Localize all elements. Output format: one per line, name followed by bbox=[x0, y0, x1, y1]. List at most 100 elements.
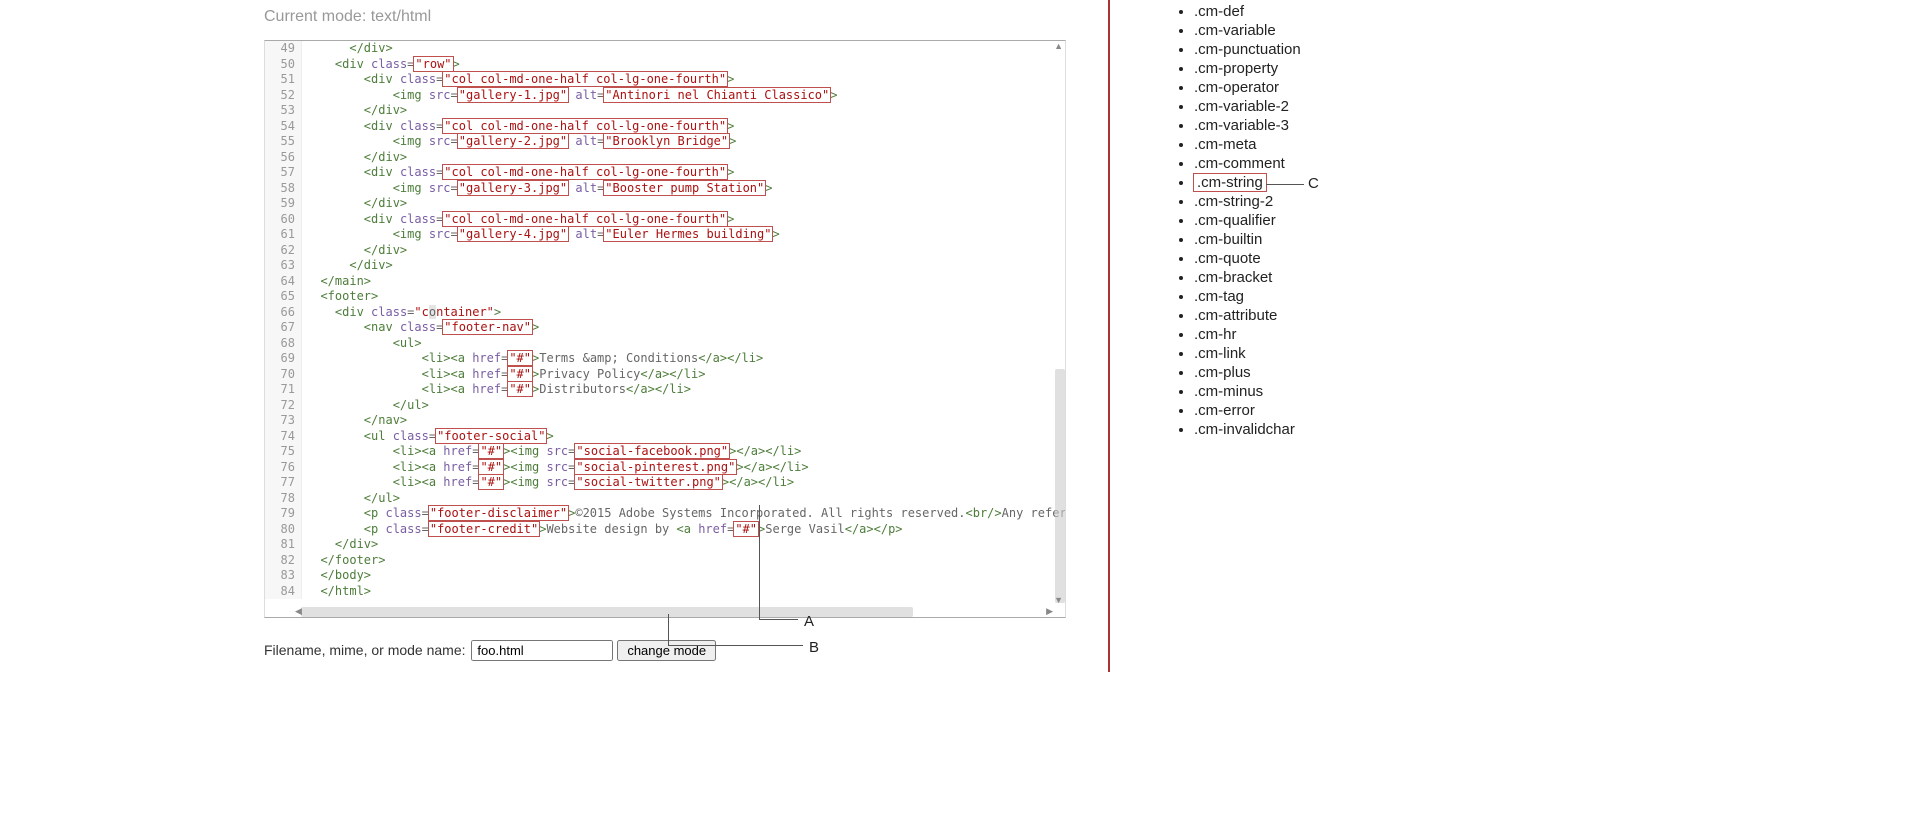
code-line[interactable]: 49 </div> bbox=[265, 41, 1065, 57]
scroll-right-icon[interactable]: ▶ bbox=[1046, 606, 1053, 617]
line-number: 63 bbox=[265, 258, 302, 274]
selector-list-item[interactable]: .cm-variable bbox=[1194, 21, 1376, 40]
selector-list-item[interactable]: .cm-quote bbox=[1194, 249, 1376, 268]
selector-list-item[interactable]: .cm-tag bbox=[1194, 287, 1376, 306]
code-line[interactable]: 71 <li><a href="#">Distributors</a></li> bbox=[265, 382, 1065, 398]
selector-list-item[interactable]: .cm-link bbox=[1194, 344, 1376, 363]
code-line[interactable]: 77 <li><a href="#"><img src="social-twit… bbox=[265, 475, 1065, 491]
vertical-divider bbox=[1108, 0, 1110, 672]
line-number: 57 bbox=[265, 165, 302, 181]
line-number: 64 bbox=[265, 274, 302, 290]
code-line[interactable]: 54 <div class="col col-md-one-half col-l… bbox=[265, 119, 1065, 135]
selector-list-item[interactable]: .cm-variable-3 bbox=[1194, 116, 1376, 135]
line-number: 61 bbox=[265, 227, 302, 243]
line-number: 83 bbox=[265, 568, 302, 584]
selector-list-item[interactable]: .cm-string-2 bbox=[1194, 192, 1376, 211]
code-line[interactable]: 76 <li><a href="#"><img src="social-pint… bbox=[265, 460, 1065, 476]
filename-label: Filename, mime, or mode name: bbox=[264, 642, 466, 658]
line-number: 54 bbox=[265, 119, 302, 135]
selector-list-item[interactable]: .cm-property bbox=[1194, 59, 1376, 78]
line-number: 51 bbox=[265, 72, 302, 88]
line-number: 84 bbox=[265, 584, 302, 600]
line-number: 52 bbox=[265, 88, 302, 104]
code-line[interactable]: 63 </div> bbox=[265, 258, 1065, 274]
code-line[interactable]: 53 </div> bbox=[265, 103, 1065, 119]
code-line[interactable]: 59 </div> bbox=[265, 196, 1065, 212]
selector-list: .cm-def.cm-variable.cm-punctuation.cm-pr… bbox=[1176, 2, 1376, 439]
filename-input[interactable] bbox=[471, 640, 613, 661]
code-line[interactable]: 51 <div class="col col-md-one-half col-l… bbox=[265, 72, 1065, 88]
line-number: 56 bbox=[265, 150, 302, 166]
code-line[interactable]: 57 <div class="col col-md-one-half col-l… bbox=[265, 165, 1065, 181]
scroll-down-icon[interactable]: ▼ bbox=[1054, 595, 1063, 605]
selector-list-item[interactable]: .cm-comment bbox=[1194, 154, 1376, 173]
line-number: 67 bbox=[265, 320, 302, 336]
code-line[interactable]: 82 </footer> bbox=[265, 553, 1065, 569]
code-line[interactable]: 61 <img src="gallery-4.jpg" alt="Euler H… bbox=[265, 227, 1065, 243]
selector-list-item[interactable]: .cm-string bbox=[1194, 173, 1376, 192]
selector-list-item[interactable]: .cm-attribute bbox=[1194, 306, 1376, 325]
selector-list-item[interactable]: .cm-invalidchar bbox=[1194, 420, 1376, 439]
scroll-up-icon[interactable]: ▲ bbox=[1054, 41, 1063, 51]
line-number: 65 bbox=[265, 289, 302, 305]
selector-list-item[interactable]: .cm-minus bbox=[1194, 382, 1376, 401]
code-line[interactable]: 70 <li><a href="#">Privacy Policy</a></l… bbox=[265, 367, 1065, 383]
line-number: 66 bbox=[265, 305, 302, 321]
code-line[interactable]: 78 </ul> bbox=[265, 491, 1065, 507]
code-line[interactable]: 80 <p class="footer-credit">Website desi… bbox=[265, 522, 1065, 538]
line-number: 50 bbox=[265, 57, 302, 73]
mode-line: Current mode: text/html bbox=[264, 0, 1066, 40]
scrollbar-vertical[interactable] bbox=[1055, 369, 1065, 603]
line-number: 75 bbox=[265, 444, 302, 460]
scrollbar-horizontal[interactable] bbox=[301, 607, 913, 617]
line-number: 77 bbox=[265, 475, 302, 491]
code-line[interactable]: 67 <nav class="footer-nav"> bbox=[265, 320, 1065, 336]
line-number: 70 bbox=[265, 367, 302, 383]
code-editor[interactable]: 49 </div>50 <div class="row">51 <div cla… bbox=[264, 40, 1066, 618]
code-line[interactable]: 75 <li><a href="#"><img src="social-face… bbox=[265, 444, 1065, 460]
line-number: 49 bbox=[265, 41, 302, 57]
code-line[interactable]: 55 <img src="gallery-2.jpg" alt="Brookly… bbox=[265, 134, 1065, 150]
code-line[interactable]: 74 <ul class="footer-social"> bbox=[265, 429, 1065, 445]
line-number: 68 bbox=[265, 336, 302, 352]
line-number: 74 bbox=[265, 429, 302, 445]
code-line[interactable]: 56 </div> bbox=[265, 150, 1065, 166]
code-line[interactable]: 72 </ul> bbox=[265, 398, 1065, 414]
selector-list-item[interactable]: .cm-meta bbox=[1194, 135, 1376, 154]
code-line[interactable]: 64 </main> bbox=[265, 274, 1065, 290]
selector-list-item[interactable]: .cm-variable-2 bbox=[1194, 97, 1376, 116]
selector-list-item[interactable]: .cm-builtin bbox=[1194, 230, 1376, 249]
code-line[interactable]: 60 <div class="col col-md-one-half col-l… bbox=[265, 212, 1065, 228]
line-number: 59 bbox=[265, 196, 302, 212]
code-line[interactable]: 79 <p class="footer-disclaimer">©2015 Ad… bbox=[265, 506, 1065, 522]
line-number: 78 bbox=[265, 491, 302, 507]
line-number: 60 bbox=[265, 212, 302, 228]
callout-a bbox=[759, 505, 820, 620]
code-line[interactable]: 52 <img src="gallery-1.jpg" alt="Antinor… bbox=[265, 88, 1065, 104]
code-line[interactable]: 50 <div class="row"> bbox=[265, 57, 1065, 73]
code-line[interactable]: 84 </html> bbox=[265, 584, 1065, 600]
selector-list-item[interactable]: .cm-punctuation bbox=[1194, 40, 1376, 59]
line-number: 72 bbox=[265, 398, 302, 414]
code-line[interactable]: 68 <ul> bbox=[265, 336, 1065, 352]
code-line[interactable]: 83 </body> bbox=[265, 568, 1065, 584]
scroll-left-icon[interactable]: ◀ bbox=[295, 606, 302, 617]
selector-list-item[interactable]: .cm-hr bbox=[1194, 325, 1376, 344]
selector-list-item[interactable]: .cm-def bbox=[1194, 2, 1376, 21]
code-line[interactable]: 73 </nav> bbox=[265, 413, 1065, 429]
selector-list-item[interactable]: .cm-qualifier bbox=[1194, 211, 1376, 230]
selector-list-item[interactable]: .cm-error bbox=[1194, 401, 1376, 420]
line-number: 82 bbox=[265, 553, 302, 569]
selector-list-item[interactable]: .cm-operator bbox=[1194, 78, 1376, 97]
line-number: 55 bbox=[265, 134, 302, 150]
line-number: 69 bbox=[265, 351, 302, 367]
line-number: 73 bbox=[265, 413, 302, 429]
code-line[interactable]: 58 <img src="gallery-3.jpg" alt="Booster… bbox=[265, 181, 1065, 197]
code-line[interactable]: 81 </div> bbox=[265, 537, 1065, 553]
selector-list-item[interactable]: .cm-plus bbox=[1194, 363, 1376, 382]
code-line[interactable]: 69 <li><a href="#">Terms &amp; Condition… bbox=[265, 351, 1065, 367]
selector-list-item[interactable]: .cm-bracket bbox=[1194, 268, 1376, 287]
code-line[interactable]: 62 </div> bbox=[265, 243, 1065, 259]
code-line[interactable]: 65 <footer> bbox=[265, 289, 1065, 305]
code-line[interactable]: 66 <div class="container"> bbox=[265, 305, 1065, 321]
